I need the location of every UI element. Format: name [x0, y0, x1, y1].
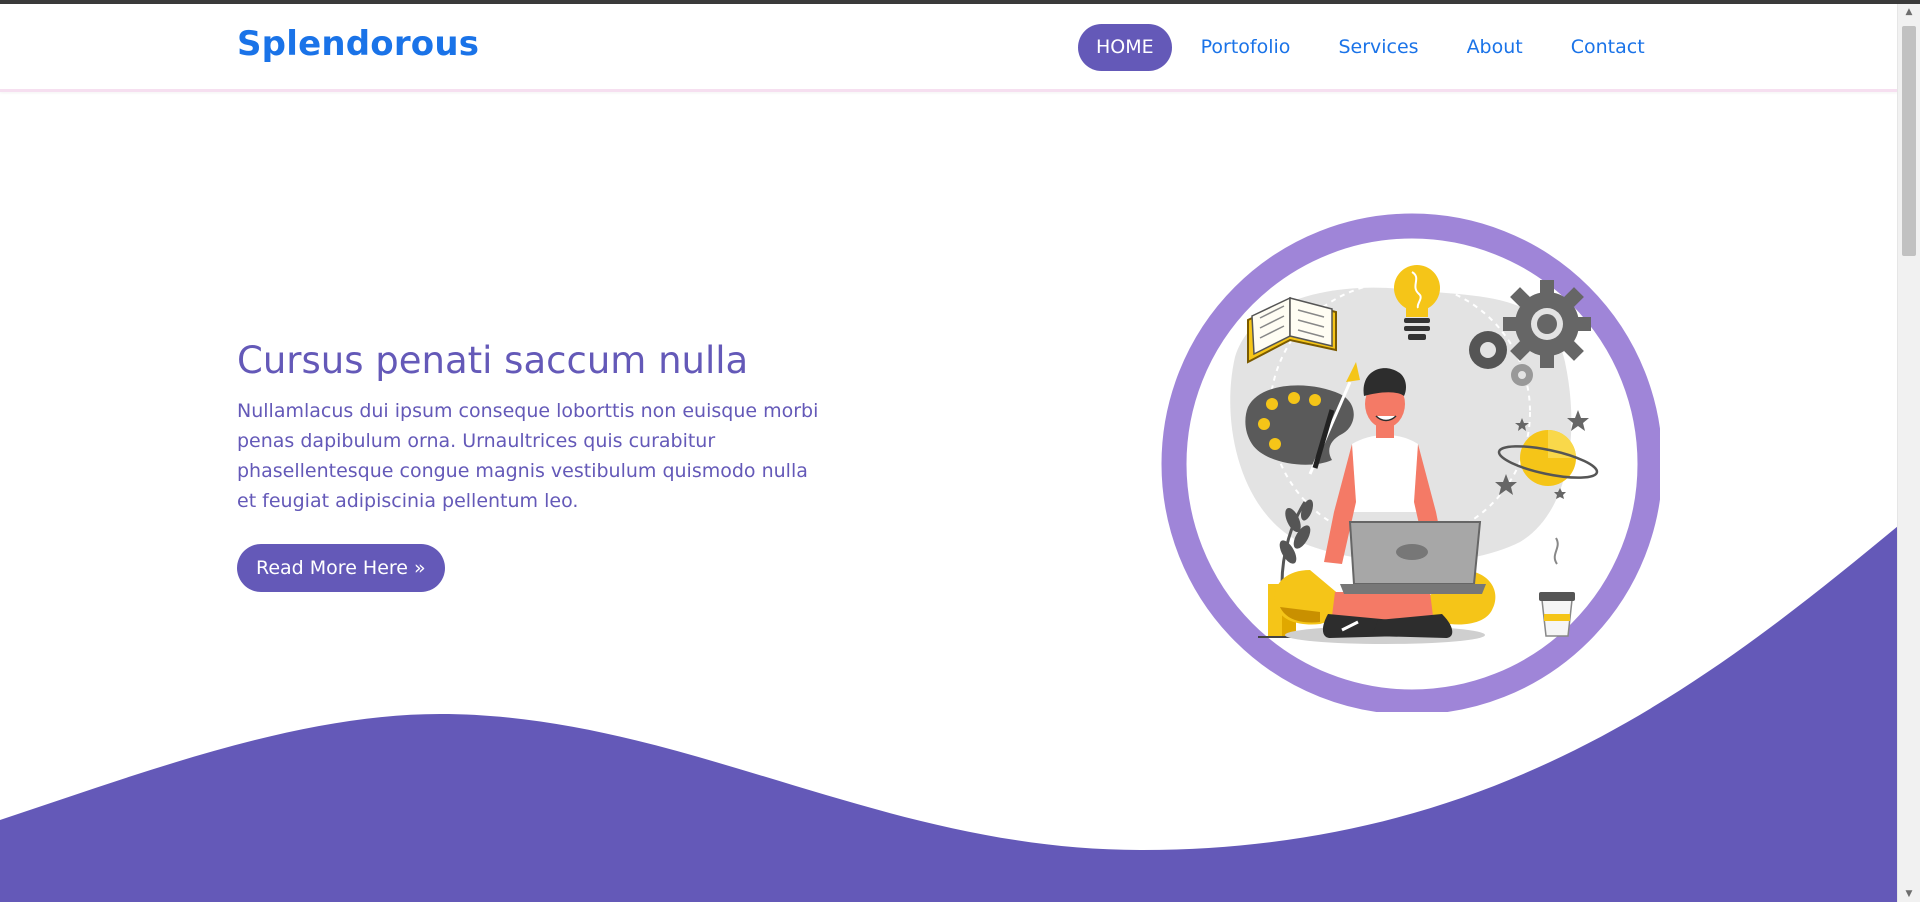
hero-content: Cursus penati saccum nulla Nullamlacus d… — [237, 336, 837, 516]
scroll-thumb[interactable] — [1902, 26, 1916, 256]
nav-portfolio[interactable]: Portofolio — [1177, 24, 1315, 71]
navbar: Splendorous HOME Portofolio Services Abo… — [0, 4, 1898, 92]
hero-description: Nullamlacus dui ipsum conseque loborttis… — [237, 400, 819, 512]
main-nav: HOME Portofolio Services About Contact — [1078, 24, 1669, 71]
scroll-up-icon[interactable]: ▲ — [1898, 4, 1920, 20]
hero-illustration — [1161, 213, 1660, 712]
read-more-button[interactable]: Read More Here » — [237, 544, 445, 592]
laptop-icon — [1340, 521, 1486, 594]
nav-services[interactable]: Services — [1314, 24, 1442, 71]
nav-contact[interactable]: Contact — [1547, 24, 1669, 71]
nav-home[interactable]: HOME — [1078, 24, 1172, 71]
scroll-down-icon[interactable]: ▼ — [1898, 886, 1920, 902]
hero-title: Cursus penati saccum nulla — [237, 339, 749, 382]
brand-logo[interactable]: Splendorous — [237, 24, 479, 64]
nav-about[interactable]: About — [1443, 24, 1547, 71]
page-scrollbar[interactable]: ▲ ▼ — [1897, 4, 1920, 902]
